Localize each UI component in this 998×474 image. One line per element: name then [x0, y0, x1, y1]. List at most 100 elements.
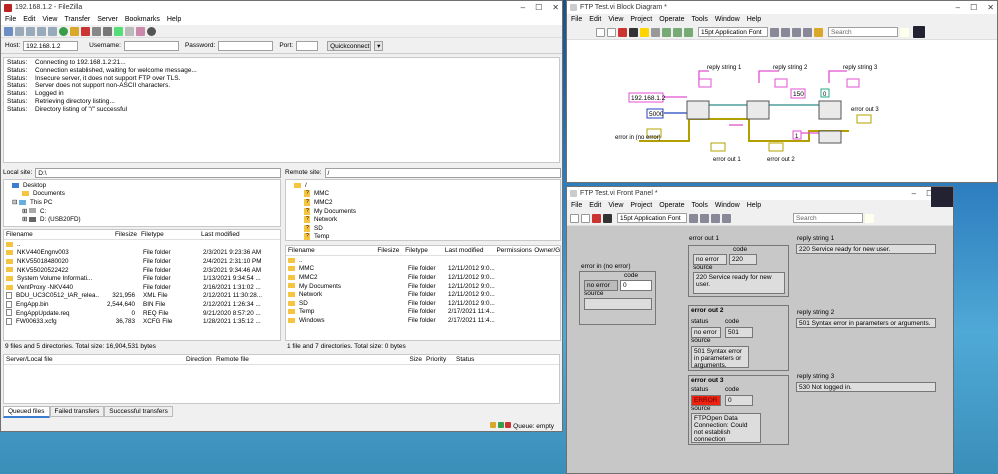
cancel-icon[interactable]: [81, 26, 90, 36]
directory-listing-filters-icon[interactable]: [114, 26, 123, 36]
bd-close-icon[interactable]: ✕: [987, 3, 994, 12]
disconnect-icon[interactable]: [92, 26, 101, 36]
table-row[interactable]: NKV440Engnv003 File folder 2/3/2021 9:23:3…: [4, 249, 280, 258]
ftp-command-node-2[interactable]: [818, 100, 842, 120]
maximize-icon[interactable]: ☐: [535, 3, 542, 12]
fp-distribute-icon[interactable]: [700, 213, 709, 223]
minimize-icon[interactable]: –: [521, 3, 525, 12]
table-row[interactable]: EngApp.bin 2,544,640 BIN File 2/12/2021 1:2…: [4, 300, 280, 309]
fp-help-icon[interactable]: [865, 213, 874, 223]
fp-align-icon[interactable]: [689, 213, 698, 223]
menu-item[interactable]: Bookmarks: [125, 16, 160, 23]
resize-icon[interactable]: [792, 27, 801, 37]
step-over-icon[interactable]: [673, 27, 682, 37]
fp-minimize-icon[interactable]: –: [912, 189, 916, 198]
table-row[interactable]: BDU_UC3C0512_IAR_relea... 321,956 XML File…: [4, 292, 280, 301]
column-header[interactable]: Filetype: [403, 247, 443, 254]
fp-reorder-icon[interactable]: [722, 213, 731, 223]
tree-item-c-drive[interactable]: ⊞ C:: [8, 208, 50, 215]
toggle-log-icon[interactable]: [15, 26, 24, 36]
menu-item[interactable]: File: [571, 202, 582, 209]
highlight-execution-icon[interactable]: [640, 27, 649, 37]
table-row[interactable]: FW00633.xcfg 36,783 XCFG File 1/28/2021 1:3…: [4, 317, 280, 326]
menu-item[interactable]: Server: [97, 16, 118, 23]
tree-item-desktop[interactable]: Desktop: [8, 182, 50, 189]
table-row[interactable]: System Volume Informati... File folder 1/1…: [4, 274, 280, 283]
remote-tree-item[interactable]: ? MMC: [290, 190, 556, 199]
fp-run-arrow-icon[interactable]: [570, 213, 579, 223]
tree-item-this-pc[interactable]: ⊟ This PC: [8, 199, 56, 206]
table-row[interactable]: ..: [4, 240, 280, 249]
fp-run-continuously-icon[interactable]: [581, 213, 590, 223]
menu-item[interactable]: Transfer: [64, 16, 90, 23]
column-header[interactable]: Permissions: [494, 247, 532, 254]
process-queue-icon[interactable]: [70, 26, 79, 36]
menu-item[interactable]: Help: [747, 16, 761, 23]
column-header[interactable]: Server/Local file: [4, 356, 184, 363]
column-header[interactable]: Last modified: [199, 231, 279, 238]
menu-item[interactable]: Help: [747, 202, 761, 209]
menu-item[interactable]: Project: [630, 202, 652, 209]
table-row[interactable]: MMC File folder 12/11/2012 9:0...: [286, 265, 560, 274]
remote-site-input[interactable]: /: [324, 167, 561, 178]
table-row[interactable]: MMC2 File folder 12/11/2012 9:0...: [286, 273, 560, 282]
menu-item[interactable]: Window: [715, 202, 740, 209]
reorder-icon[interactable]: [803, 27, 812, 37]
table-row[interactable]: ..: [286, 256, 560, 265]
tree-item-documents[interactable]: Documents: [8, 190, 69, 197]
menu-item[interactable]: Help: [167, 16, 181, 23]
remote-tree-item[interactable]: ? My Documents: [290, 207, 556, 216]
host-input[interactable]: 192.168.1.2: [23, 40, 79, 51]
menu-item[interactable]: Operate: [659, 202, 684, 209]
error-in-cluster[interactable]: code no error 0 source: [579, 271, 656, 325]
table-row[interactable]: NKV55018480020 File folder 2/4/2021 2:31:1…: [4, 257, 280, 266]
bd-maximize-icon[interactable]: ☐: [970, 3, 977, 12]
toggle-queue-icon[interactable]: [48, 26, 57, 36]
bd-minimize-icon[interactable]: –: [956, 3, 960, 12]
menu-item[interactable]: Window: [715, 16, 740, 23]
menu-item[interactable]: Tools: [691, 202, 707, 209]
run-continuously-icon[interactable]: [607, 27, 616, 37]
column-header[interactable]: Remote file: [214, 356, 334, 363]
tab-queue[interactable]: Successful transfers: [104, 406, 173, 417]
retain-wire-values-icon[interactable]: [651, 27, 660, 37]
align-icon[interactable]: [770, 27, 779, 37]
fp-search-input[interactable]: Search: [793, 213, 863, 223]
table-row[interactable]: Temp File folder 2/17/2021 11:4...: [286, 308, 560, 317]
column-header[interactable]: Last modified: [443, 247, 495, 254]
local-site-input[interactable]: D:\: [35, 167, 281, 178]
fp-resize-icon[interactable]: [711, 213, 720, 223]
step-out-icon[interactable]: [684, 27, 693, 37]
column-header[interactable]: Filesize: [99, 231, 139, 238]
tab-queue[interactable]: Failed transfers: [49, 406, 105, 417]
cleanup-icon[interactable]: [814, 27, 823, 37]
menu-item[interactable]: Operate: [659, 16, 684, 23]
bd-search-input[interactable]: Search: [828, 27, 898, 37]
menu-item[interactable]: View: [608, 16, 623, 23]
table-row[interactable]: Network File folder 12/11/2012 9:0...: [286, 290, 560, 299]
table-row[interactable]: My Documents File folder 12/11/2012 9:0...: [286, 282, 560, 291]
username-input[interactable]: [123, 40, 179, 51]
ftp-close-node[interactable]: [818, 130, 842, 144]
remote-tree-item[interactable]: ? Temp: [290, 233, 556, 240]
bd-font-select[interactable]: 15pt Application Font: [698, 27, 768, 37]
password-input[interactable]: [218, 40, 274, 51]
table-row[interactable]: Windows File folder 2/17/2021 11:4...: [286, 316, 560, 325]
refresh-icon[interactable]: [59, 26, 68, 36]
compare-icon[interactable]: [125, 26, 134, 36]
remote-tree-item[interactable]: ? SD: [290, 224, 556, 233]
column-header[interactable]: Filetype: [139, 231, 199, 238]
table-row[interactable]: EngAppUpdate.req 0 REQ File 9/21/2020 8:57:…: [4, 309, 280, 318]
ftp-open-node[interactable]: [686, 100, 710, 120]
table-row[interactable]: SD File folder 12/11/2012 9:0...: [286, 299, 560, 308]
menu-item[interactable]: File: [5, 16, 16, 23]
menu-item[interactable]: Edit: [23, 16, 35, 23]
distribute-icon[interactable]: [781, 27, 790, 37]
error-in-source[interactable]: [584, 298, 652, 310]
quickconnect-button[interactable]: Quickconnect: [327, 40, 372, 51]
menu-item[interactable]: Project: [630, 16, 652, 23]
tab-queue[interactable]: Queued files: [3, 405, 50, 418]
menu-item[interactable]: Edit: [589, 202, 601, 209]
remote-tree-item[interactable]: ? Network: [290, 215, 556, 224]
error-in-code[interactable]: 0: [620, 280, 652, 291]
